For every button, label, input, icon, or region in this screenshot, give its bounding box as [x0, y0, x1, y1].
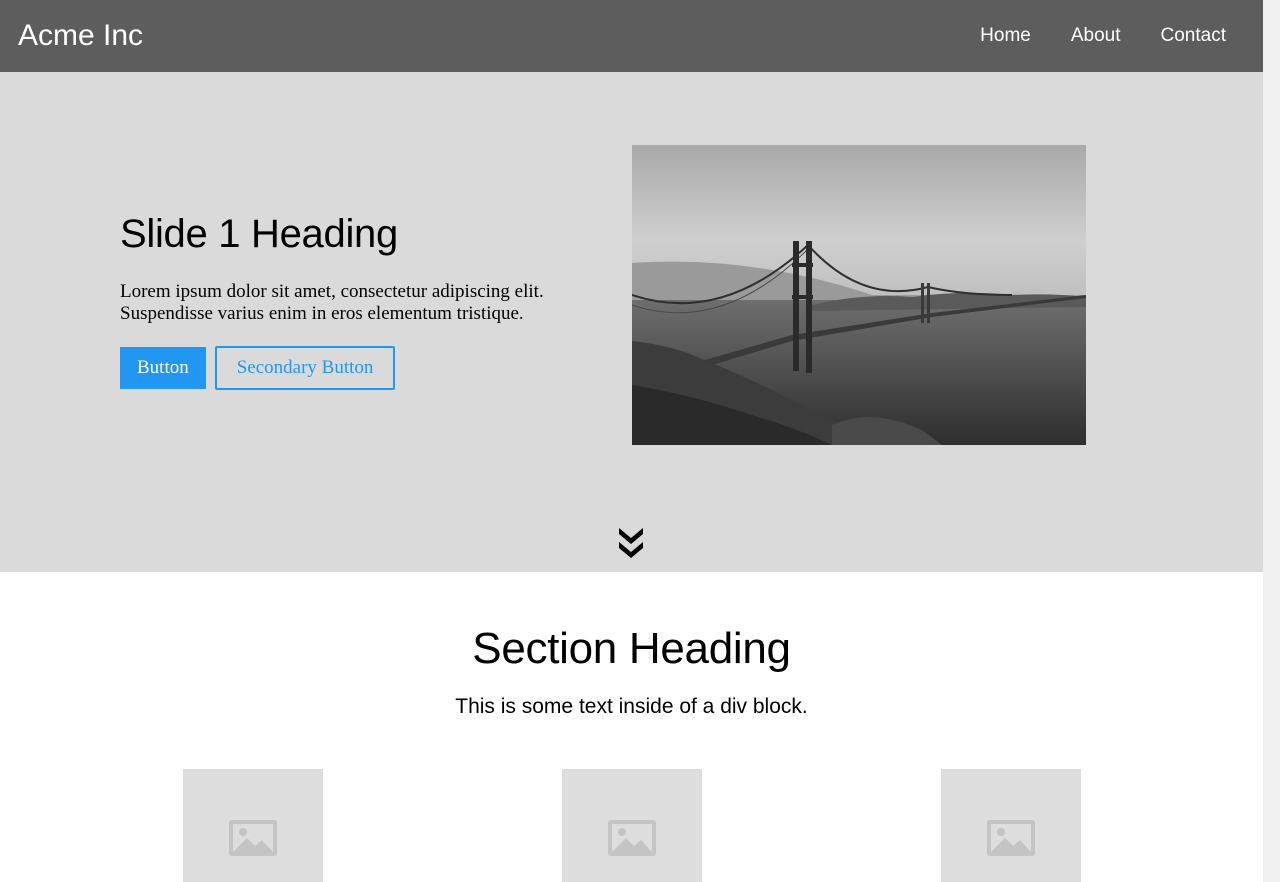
nav-menu: Home About Contact	[960, 0, 1246, 72]
image-placeholder-icon	[608, 820, 656, 856]
vertical-scrollbar[interactable]	[1263, 0, 1280, 882]
secondary-button[interactable]: Secondary Button	[214, 346, 396, 390]
navbar: Acme Inc Home About Contact	[0, 0, 1263, 72]
bridge-photo-graphic	[632, 145, 1086, 445]
hero-content: Slide 1 Heading Lorem ipsum dolor sit am…	[120, 210, 560, 390]
hero-text: Lorem ipsum dolor sit amet, consectetur …	[120, 281, 544, 324]
image-placeholder-2	[562, 769, 702, 882]
double-chevron-down-icon[interactable]	[617, 525, 645, 561]
nav-link-about[interactable]: About	[1051, 0, 1141, 72]
brand-logo[interactable]: Acme Inc	[18, 18, 143, 54]
hero-buttons: Button Secondary Button	[120, 346, 560, 390]
hero-heading: Slide 1 Heading	[120, 212, 398, 256]
nav-link-contact[interactable]: Contact	[1141, 0, 1246, 72]
content-section: Section Heading This is some text inside…	[0, 572, 1263, 882]
hero-slider: Slide 1 Heading Lorem ipsum dolor sit am…	[0, 72, 1263, 572]
image-placeholder-icon	[987, 820, 1035, 856]
page: Acme Inc Home About Contact Slide 1 Head…	[0, 0, 1263, 882]
double-chevron-down-graphic	[619, 528, 643, 558]
primary-button[interactable]: Button	[120, 347, 206, 389]
section-text: This is some text inside of a div block.	[455, 695, 808, 718]
nav-link-home[interactable]: Home	[960, 0, 1051, 72]
bridge-photo	[632, 145, 1086, 445]
image-placeholder-icon	[229, 820, 277, 856]
image-placeholder-3	[941, 769, 1081, 882]
section-heading: Section Heading	[472, 624, 791, 673]
image-placeholder-1	[183, 769, 323, 882]
